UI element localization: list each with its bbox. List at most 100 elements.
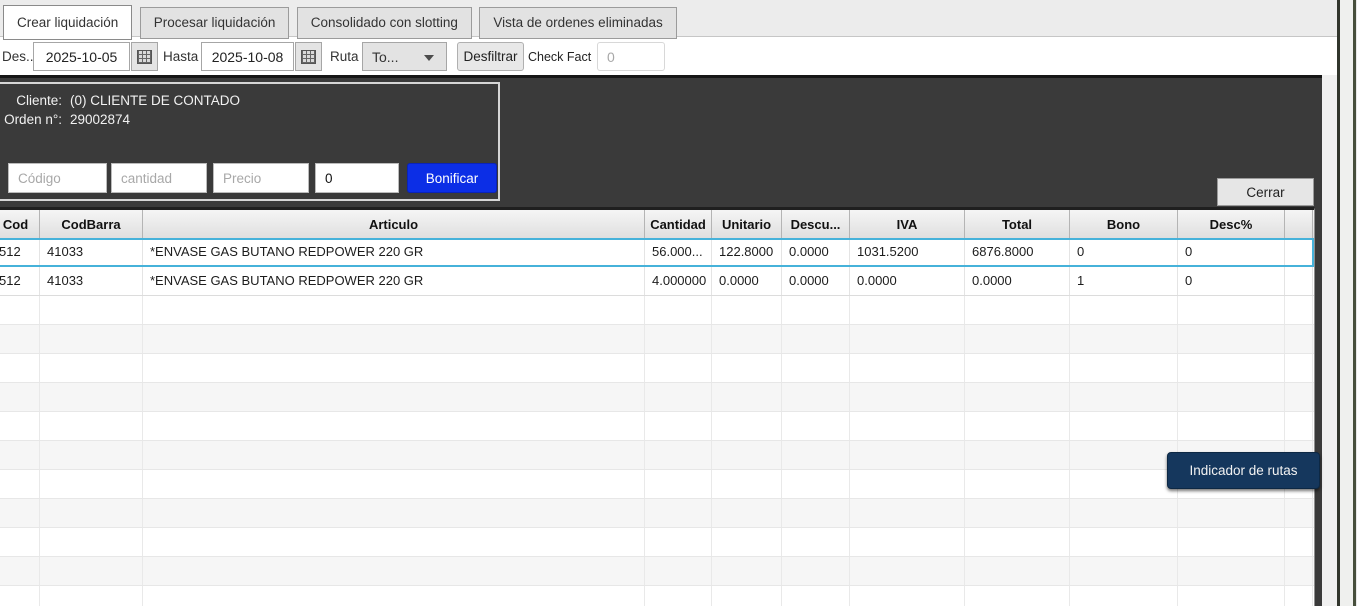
cell-articulo[interactable]: *ENVASE GAS BUTANO REDPOWER 220 GR <box>143 267 645 295</box>
cell-filler <box>1285 383 1313 411</box>
column-header-articulo[interactable]: Articulo <box>143 210 645 238</box>
cell-unitario <box>712 441 782 469</box>
indicador-de-rutas-button[interactable]: Indicador de rutas <box>1167 452 1320 489</box>
cell-total <box>965 557 1070 585</box>
cell-cod[interactable]: 512 <box>0 267 40 295</box>
cell-descu <box>782 412 850 440</box>
cell-descu <box>782 586 850 606</box>
codigo-input[interactable] <box>8 163 107 193</box>
date-to-calendar-button[interactable] <box>295 42 322 71</box>
cell-iva[interactable]: 0.0000 <box>850 267 965 295</box>
date-to-input[interactable] <box>201 42 294 71</box>
cell-articulo <box>143 441 645 469</box>
cell-articulo <box>143 354 645 382</box>
table-row[interactable]: 51241033*ENVASE GAS BUTANO REDPOWER 220 … <box>0 267 1314 296</box>
cell-filler[interactable] <box>1285 267 1313 295</box>
table-row-empty <box>0 586 1314 606</box>
column-header-cantidad[interactable]: Cantidad <box>645 210 712 238</box>
cell-cantidad <box>645 441 712 469</box>
table-row-empty <box>0 296 1314 325</box>
cell-unitario <box>712 499 782 527</box>
cell-bono <box>1070 412 1178 440</box>
column-header-codbarra[interactable]: CodBarra <box>40 210 143 238</box>
cell-codbarra <box>40 586 143 606</box>
ruta-select[interactable]: To... <box>362 42 447 71</box>
cell-desc[interactable]: 0 <box>1178 238 1285 266</box>
grid-header: CodCodBarraArticuloCantidadUnitarioDescu… <box>0 210 1314 238</box>
table-row-empty <box>0 325 1314 354</box>
cell-total[interactable]: 0.0000 <box>965 267 1070 295</box>
column-header-iva[interactable]: IVA <box>850 210 965 238</box>
tab-consolidado-con-slotting[interactable]: Consolidado con slotting <box>297 7 472 39</box>
hasta-label: Hasta <box>163 49 198 64</box>
check-fact-input[interactable] <box>597 42 665 71</box>
orden-row: Orden n°:29002874 <box>0 112 130 127</box>
cell-codbarra[interactable]: 41033 <box>40 267 143 295</box>
cell-descu[interactable]: 0.0000 <box>782 238 850 266</box>
cell-filler <box>1285 557 1313 585</box>
calendar-icon <box>301 50 316 64</box>
cell-filler <box>1285 354 1313 382</box>
cell-filler <box>1285 499 1313 527</box>
cell-cod[interactable]: 512 <box>0 238 40 266</box>
cell-descu[interactable]: 0.0000 <box>782 267 850 295</box>
cell-filler <box>1285 325 1313 353</box>
cell-descu <box>782 325 850 353</box>
cell-cod <box>0 557 40 585</box>
cell-descu <box>782 557 850 585</box>
cell-unitario[interactable]: 0.0000 <box>712 267 782 295</box>
column-header-total[interactable]: Total <box>965 210 1070 238</box>
tab-crear-liquidacion[interactable]: Crear liquidación <box>3 5 132 40</box>
column-header-cod[interactable]: Cod <box>0 210 40 238</box>
date-from-input[interactable] <box>33 42 130 71</box>
cell-cod <box>0 470 40 498</box>
form-right-gutter <box>1322 75 1337 606</box>
cell-unitario <box>712 354 782 382</box>
cell-total[interactable]: 6876.8000 <box>965 238 1070 266</box>
tab-strip: Crear liquidación Procesar liquidación C… <box>0 0 1337 37</box>
cell-desc <box>1178 296 1285 324</box>
cell-bono[interactable]: 0 <box>1070 238 1178 266</box>
cell-cantidad[interactable]: 56.000... <box>645 238 712 266</box>
cell-iva <box>850 499 965 527</box>
cerrar-button[interactable]: Cerrar <box>1217 178 1314 206</box>
cell-bono <box>1070 354 1178 382</box>
cantidad-input[interactable] <box>111 163 207 193</box>
cliente-value: (0) CLIENTE DE CONTADO <box>70 93 240 108</box>
app-window: Crear liquidación Procesar liquidación C… <box>0 0 1357 606</box>
date-from-calendar-button[interactable] <box>131 42 158 71</box>
cell-descu <box>782 528 850 556</box>
column-header-descu[interactable]: Descu... <box>782 210 850 238</box>
column-header-unitario[interactable]: Unitario <box>712 210 782 238</box>
cell-cantidad <box>645 325 712 353</box>
cell-desc[interactable]: 0 <box>1178 267 1285 295</box>
cell-bono <box>1070 296 1178 324</box>
cell-filler <box>1285 296 1313 324</box>
cell-articulo[interactable]: *ENVASE GAS BUTANO REDPOWER 220 GR <box>143 238 645 266</box>
cell-bono[interactable]: 1 <box>1070 267 1178 295</box>
desfiltrar-button[interactable]: Desfiltrar <box>457 42 524 71</box>
cell-cantidad <box>645 557 712 585</box>
cell-filler <box>1285 528 1313 556</box>
column-header-bono[interactable]: Bono <box>1070 210 1178 238</box>
table-row[interactable]: 51241033*ENVASE GAS BUTANO REDPOWER 220 … <box>0 238 1314 267</box>
cliente-row: Cliente:(0) CLIENTE DE CONTADO <box>0 93 240 108</box>
cell-cantidad[interactable]: 4.000000 <box>645 267 712 295</box>
cell-iva[interactable]: 1031.5200 <box>850 238 965 266</box>
cell-codbarra[interactable]: 41033 <box>40 238 143 266</box>
cell-cantidad <box>645 470 712 498</box>
cell-desc <box>1178 528 1285 556</box>
tab-vista-ordenes-eliminadas[interactable]: Vista de ordenes eliminadas <box>479 7 676 39</box>
bonificar-button[interactable]: Bonificar <box>407 163 497 193</box>
cell-iva <box>850 354 965 382</box>
cell-total <box>965 325 1070 353</box>
cell-unitario[interactable]: 122.8000 <box>712 238 782 266</box>
column-header-desc[interactable]: Desc% <box>1178 210 1285 238</box>
cell-desc <box>1178 325 1285 353</box>
cell-unitario <box>712 528 782 556</box>
cell-desc <box>1178 383 1285 411</box>
precio-extra-input[interactable] <box>315 163 399 193</box>
cell-filler[interactable] <box>1285 238 1313 266</box>
precio-input[interactable] <box>213 163 309 193</box>
tab-procesar-liquidacion[interactable]: Procesar liquidación <box>140 7 290 39</box>
